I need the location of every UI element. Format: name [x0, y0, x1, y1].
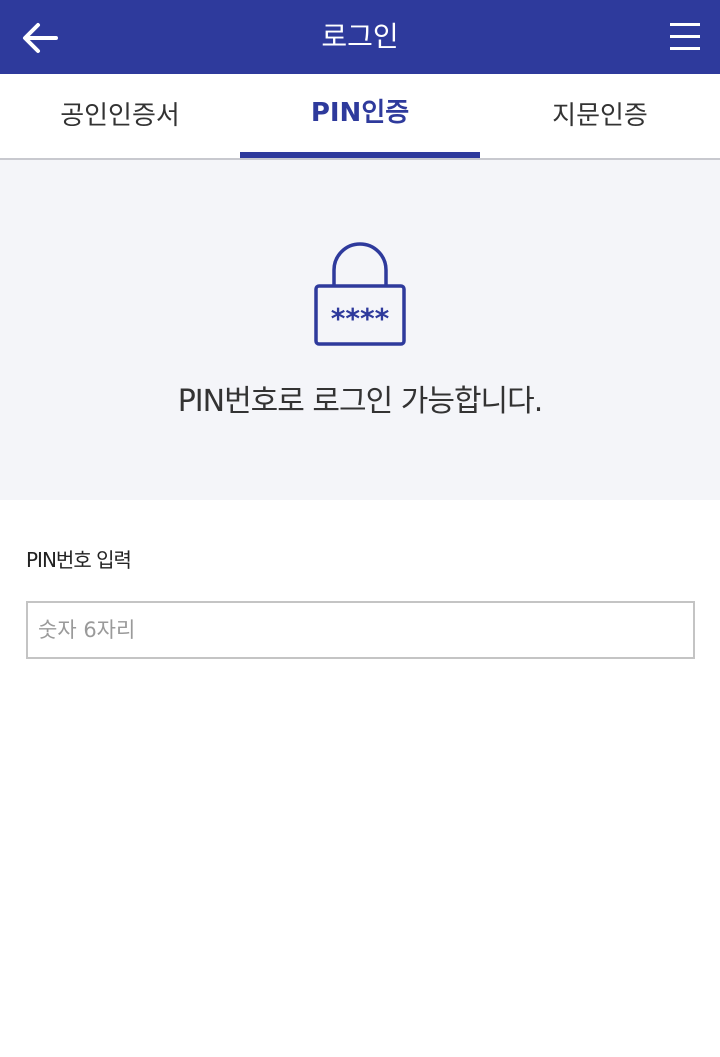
app-header: 로그인 — [0, 0, 720, 74]
pin-info-panel: **** PIN번호로 로그인 가능합니다. — [0, 160, 720, 500]
auth-tabs: 공인인증서 PIN인증 지문인증 — [0, 74, 720, 160]
pin-field-label: PIN번호 입력 — [26, 548, 132, 572]
pin-info-message: PIN번호로 로그인 가능합니다. — [177, 384, 544, 419]
hamburger-menu-icon[interactable] — [668, 20, 702, 54]
pin-input[interactable] — [26, 601, 695, 659]
active-tab-indicator — [240, 152, 480, 158]
tab-certificate[interactable]: 공인인증서 — [0, 74, 240, 158]
lock-mask-text: **** — [331, 302, 390, 335]
lock-icon: **** — [314, 242, 406, 346]
tab-fingerprint[interactable]: 지문인증 — [480, 74, 720, 158]
tab-pin[interactable]: PIN인증 — [240, 74, 480, 158]
page-title: 로그인 — [321, 20, 399, 53]
